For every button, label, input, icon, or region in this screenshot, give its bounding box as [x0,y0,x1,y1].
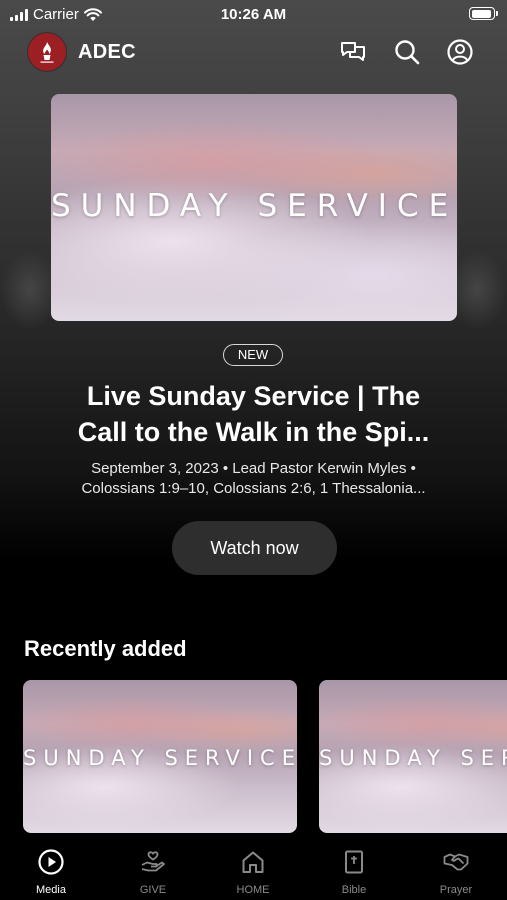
home-icon [242,851,264,873]
status-bar: Carrier 10:26 AM [0,0,507,30]
profile-icon[interactable] [445,37,475,67]
new-badge: NEW [223,344,283,366]
status-time: 10:26 AM [220,6,287,23]
hero-image-caption: SUNDAY SERVICE [51,188,457,224]
recent-card-caption: SUNDAY SERVICE [319,746,507,770]
tab-bible[interactable]: Bible [314,838,394,900]
tab-give[interactable]: GIVE [113,838,193,900]
app-header: ADEC [0,30,507,76]
tab-prayer-label: Prayer [439,884,473,896]
play-circle-icon [38,849,64,875]
recent-media-card[interactable]: SUNDAY SERVICE [23,680,297,833]
tab-prayer[interactable]: Prayer [416,838,496,900]
chat-icon[interactable] [338,37,368,67]
hero-meta: September 3, 2023 • Lead Pastor Kerwin M… [40,459,467,499]
tab-media-label: Media [36,884,66,896]
tab-home-label: HOME [236,884,270,896]
recently-added-heading: Recently added [24,636,187,661]
recent-media-card[interactable]: SUNDAY SERVICE [319,680,507,833]
hero-title[interactable]: Live Sunday Service | The Call to the Wa… [30,378,477,450]
tab-bible-label: Bible [341,884,367,896]
bible-icon [345,850,363,874]
hero-meta-line1: September 3, 2023 • Lead Pastor Kerwin M… [91,460,416,477]
tab-give-label: GIVE [139,884,167,896]
battery-icon [469,7,498,20]
hero-title-line1: Live Sunday Service | The [86,381,421,411]
tab-media[interactable]: Media [11,838,91,900]
app-title: ADEC [78,41,136,63]
search-icon[interactable] [392,37,422,67]
giving-hand-icon [141,851,165,872]
flame-logo-icon [40,42,54,63]
tab-home[interactable]: HOME [213,838,293,900]
hero-meta-line2: Colossians 1:9–10, Colossians 2:6, 1 The… [81,480,426,497]
hero-title-line2: Call to the Walk in the Spi... [77,417,430,447]
hero-sermon-image[interactable]: SUNDAY SERVICE [51,94,457,321]
recent-card-caption: SUNDAY SERVICE [23,746,297,770]
prayer-handshake-icon [443,853,469,871]
bottom-tab-bar: Media GIVE HOME Bible Prayer [0,838,507,900]
app-screen: Carrier 10:26 AM ADEC SUNDAY SERVICE NEW… [0,0,507,900]
battery-fill [471,9,491,18]
watch-now-button[interactable]: Watch now [172,521,337,575]
church-logo[interactable] [28,33,66,71]
